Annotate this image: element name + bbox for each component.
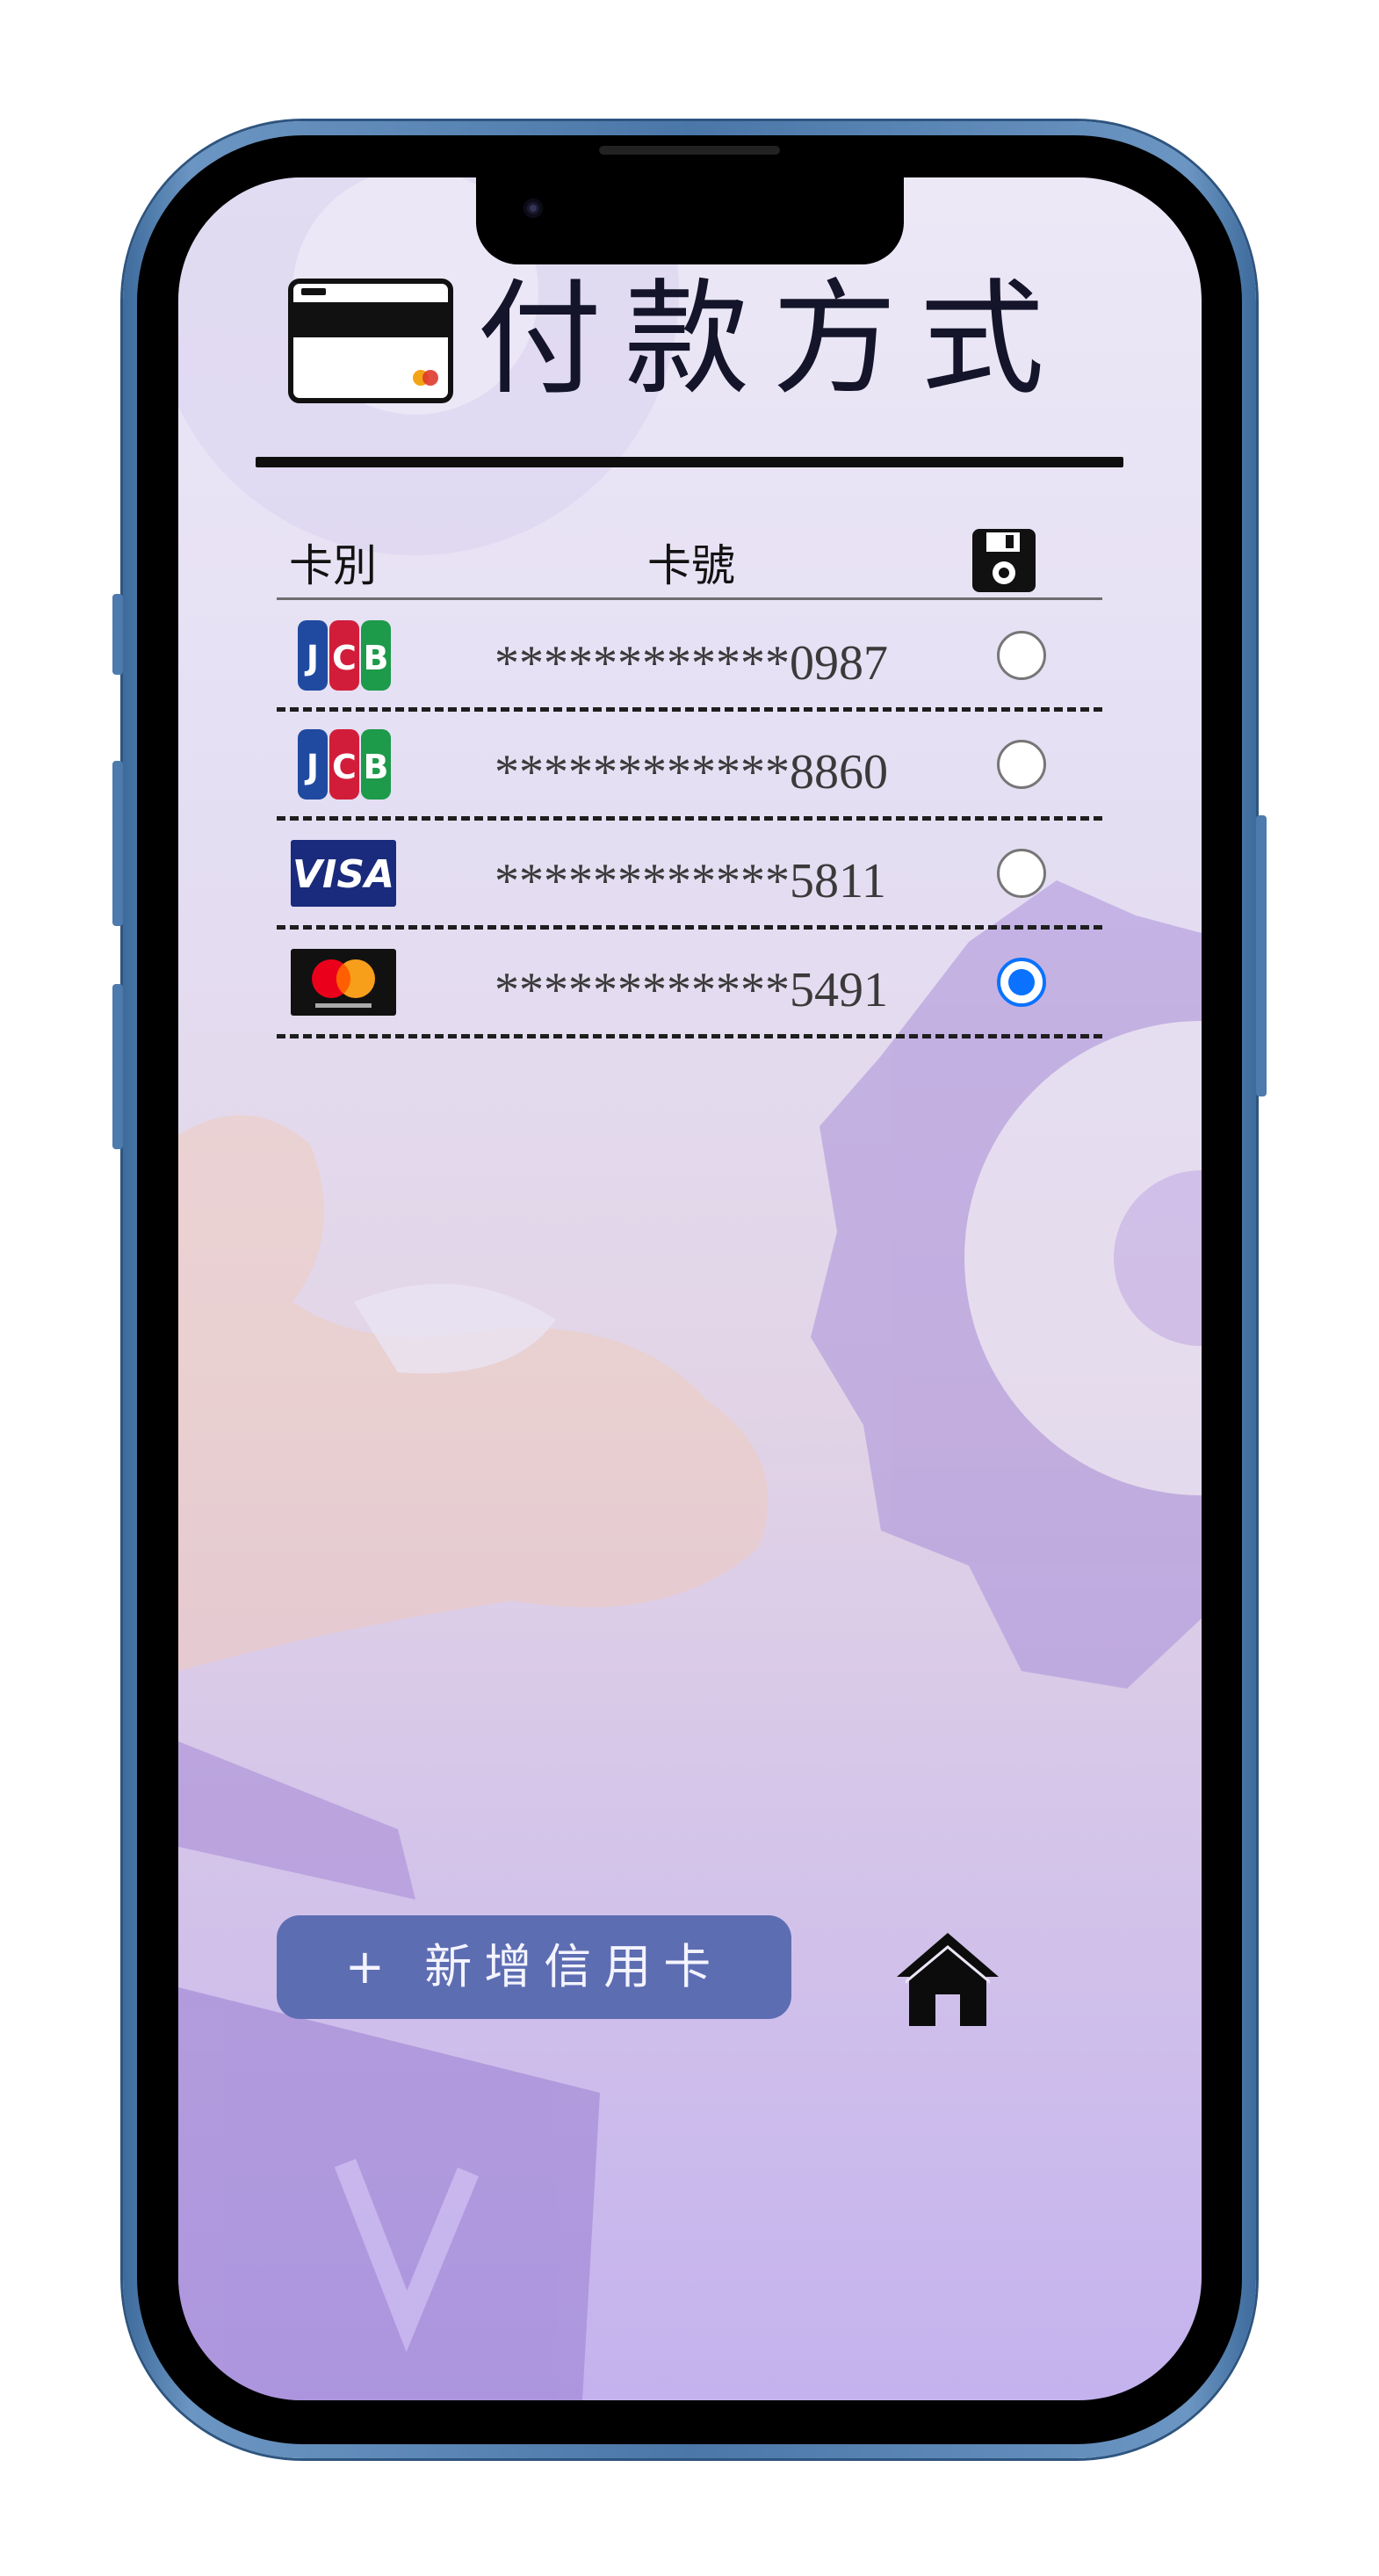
document-decoration bbox=[178, 1741, 600, 2400]
credit-card-icon bbox=[288, 279, 453, 403]
card-row[interactable]: VISA ************5811 bbox=[277, 821, 1102, 930]
header-divider bbox=[277, 597, 1102, 600]
visa-logo-icon: VISA bbox=[291, 840, 396, 907]
column-header-card-number: 卡號 bbox=[647, 540, 735, 591]
default-card-radio[interactable] bbox=[997, 740, 1046, 789]
card-number: ************0987 bbox=[495, 636, 888, 691]
column-header-card-type: 卡別 bbox=[289, 540, 377, 591]
add-credit-card-button[interactable]: + 新增信用卡 bbox=[277, 1915, 791, 2019]
page-title: 付款方式 bbox=[477, 267, 1067, 412]
card-number: ************5811 bbox=[495, 854, 886, 908]
background-decoration bbox=[178, 177, 1202, 2400]
default-card-radio[interactable] bbox=[997, 958, 1046, 1007]
floppy-disk-icon bbox=[972, 529, 1036, 592]
row-divider bbox=[277, 1034, 1102, 1038]
volume-up-button bbox=[112, 761, 123, 926]
mute-switch bbox=[112, 594, 123, 675]
svg-text:J: J bbox=[304, 748, 319, 786]
earpiece-speaker bbox=[599, 146, 780, 155]
default-card-radio[interactable] bbox=[997, 631, 1046, 680]
title-divider bbox=[256, 457, 1123, 467]
front-camera bbox=[523, 199, 543, 218]
card-row[interactable]: J C B ************0987 bbox=[277, 603, 1102, 712]
default-card-radio[interactable] bbox=[997, 849, 1046, 898]
power-button bbox=[1256, 815, 1267, 1096]
home-icon[interactable] bbox=[893, 1929, 1002, 2028]
card-number: ************5491 bbox=[495, 963, 888, 1017]
app-screen: 付款方式 卡別 卡號 J C B ************0987 J C B … bbox=[178, 177, 1202, 2400]
card-row[interactable]: J C B ************8860 bbox=[277, 712, 1102, 821]
card-row[interactable]: ************5491 bbox=[277, 930, 1102, 1038]
jcb-logo-icon: J C B bbox=[298, 729, 391, 800]
card-number: ************8860 bbox=[495, 745, 888, 800]
svg-text:B: B bbox=[364, 748, 389, 786]
jcb-logo-icon: J C B bbox=[298, 620, 391, 691]
svg-text:C: C bbox=[332, 639, 357, 677]
svg-text:VISA: VISA bbox=[292, 852, 394, 897]
volume-down-button bbox=[112, 984, 123, 1149]
svg-text:C: C bbox=[332, 748, 357, 786]
phone-notch bbox=[476, 177, 904, 264]
mastercard-logo-icon bbox=[291, 949, 396, 1016]
svg-text:J: J bbox=[304, 639, 319, 677]
svg-text:B: B bbox=[364, 639, 389, 677]
